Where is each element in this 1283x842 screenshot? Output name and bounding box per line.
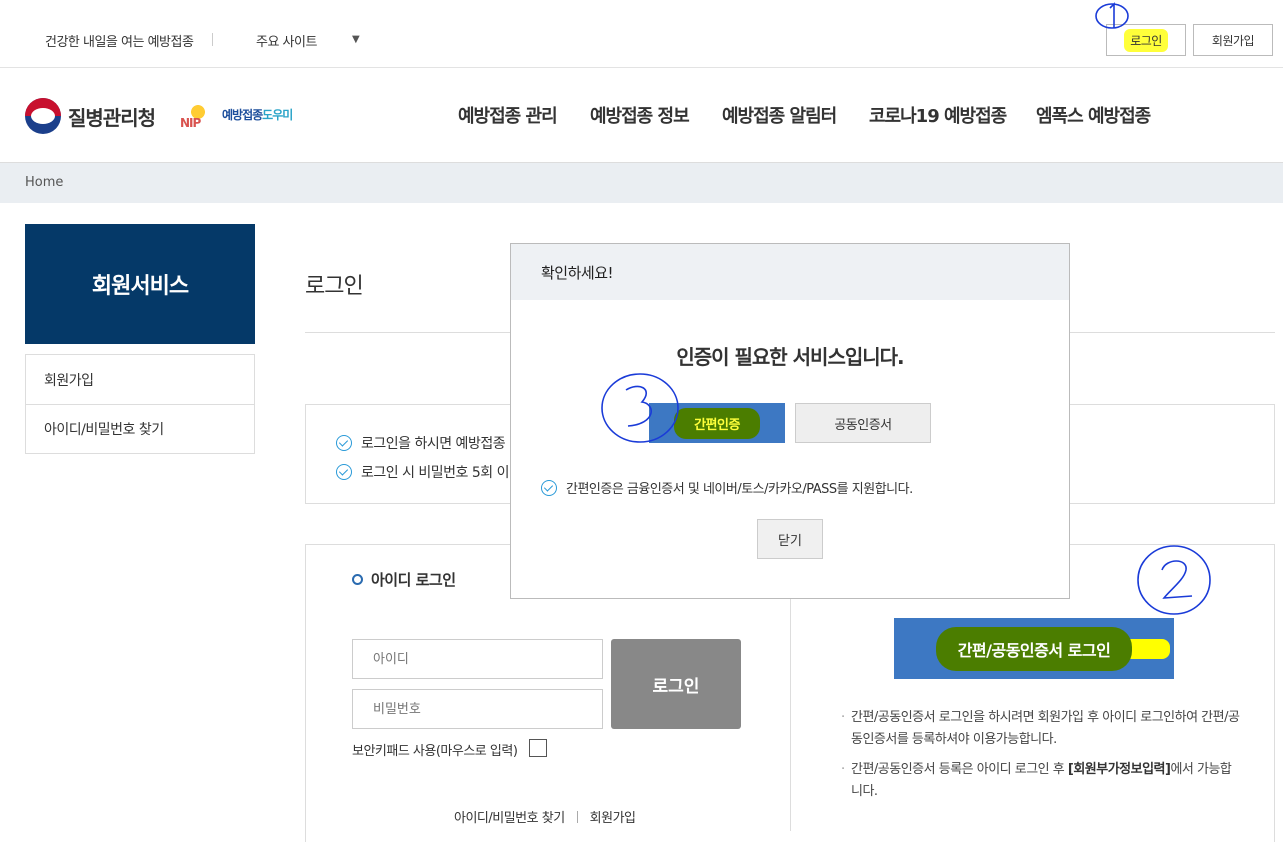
site-header: 질병관리청 NIP 예방접종도우미 예방접종 관리 예방접종 정보 예방접종 알… — [0, 68, 1283, 163]
id-input[interactable] — [352, 639, 603, 679]
info-line: 로그인 시 비밀번호 5회 이 — [336, 462, 510, 482]
modal-note-text: 간편인증은 금융인증서 및 네이버/토스/카카오/PASS를 지원합니다. — [566, 482, 913, 497]
join-link[interactable]: 회원가입 — [590, 807, 636, 826]
modal-close-button[interactable]: 닫기 — [757, 519, 823, 559]
check-circle-icon — [336, 464, 352, 480]
sidebar-item-join[interactable]: 회원가입 — [26, 355, 254, 404]
breadcrumb-home[interactable]: Home — [25, 175, 63, 190]
nav-mpox-vaccination[interactable]: 엠폭스 예방접종 — [1036, 102, 1151, 128]
cert-note: 간편/공동인증서 등록은 아이디 로그인 후 [회원부가정보입력]에서 가능합니… — [841, 759, 1241, 803]
cert-note: 간편/공동인증서 로그인을 하시려면 회원가입 후 아이디 로그인하여 간편/공… — [841, 707, 1241, 751]
chevron-down-icon[interactable]: ▼ — [352, 34, 360, 45]
agency-name[interactable]: 질병관리청 — [68, 102, 156, 131]
top-login-label: 로그인 — [1124, 28, 1168, 52]
modal-title: 확인하세요! — [511, 244, 1069, 300]
sidebar-item-find-id-pw[interactable]: 아이디/비밀번호 찾기 — [26, 404, 254, 453]
nip-name-a: 예방접종 — [222, 108, 263, 122]
nav-vaccination-notice[interactable]: 예방접종 알림터 — [722, 102, 837, 128]
nip-badge: NIP — [180, 116, 201, 130]
login-bottom-links: 아이디/비밀번호 찾기 회원가입 — [454, 807, 636, 826]
find-id-pw-link[interactable]: 아이디/비밀번호 찾기 — [454, 807, 565, 826]
top-divider — [212, 33, 213, 46]
id-login-title: 아이디 로그인 — [352, 569, 456, 590]
secure-keypad-checkbox[interactable] — [529, 739, 547, 757]
sidebar-title: 회원서비스 — [25, 224, 255, 344]
page-title: 로그인 — [305, 274, 364, 299]
auth-required-modal: 확인하세요! 인증이 필요한 서비스입니다. 간편인증 공동인증서 간편인증은 … — [510, 243, 1070, 599]
id-login-button[interactable]: 로그인 — [611, 639, 741, 729]
breadcrumb: Home — [0, 163, 1283, 203]
check-circle-icon — [336, 435, 352, 451]
info-text: 로그인 시 비밀번호 5회 이 — [361, 465, 510, 481]
id-login-title-text: 아이디 로그인 — [371, 571, 456, 589]
modal-note: 간편인증은 금융인증서 및 네이버/토스/카카오/PASS를 지원합니다. — [541, 478, 913, 497]
kdca-logo-icon[interactable] — [25, 98, 61, 134]
info-line: 로그인을 하시면 예방접종 — [336, 433, 506, 453]
password-input[interactable] — [352, 689, 603, 729]
check-circle-icon — [541, 479, 557, 496]
cert-login-label: 간편/공동인증서 로그인 — [935, 626, 1133, 671]
top-join-button[interactable]: 회원가입 — [1193, 24, 1273, 56]
simple-auth-button[interactable]: 간편인증 — [649, 403, 785, 443]
modal-message: 인증이 필요한 서비스입니다. — [676, 345, 904, 369]
info-text: 로그인을 하시면 예방접종 — [361, 436, 506, 452]
top-slogan: 건강한 내일을 여는 예방접종 — [45, 35, 194, 50]
nip-logo-icon[interactable]: NIP — [178, 98, 218, 134]
main-sites-dropdown[interactable]: 주요 사이트 — [256, 31, 317, 50]
top-login-button[interactable]: 로그인 — [1106, 24, 1186, 56]
nav-vaccination-info[interactable]: 예방접종 정보 — [590, 102, 690, 128]
top-utility-bar: 건강한 내일을 여는 예방접종 주요 사이트 ▼ 로그인 회원가입 — [0, 0, 1283, 68]
cert-note-emphasis: [회원부가정보입력] — [1067, 762, 1171, 777]
secure-keypad-label: 보안키패드 사용(마우스로 입력) — [352, 744, 518, 759]
simple-auth-label: 간편인증 — [674, 407, 760, 439]
link-separator — [576, 810, 578, 823]
cert-note-text: 간편/공동인증서 등록은 아이디 로그인 후 — [851, 762, 1068, 777]
public-cert-button[interactable]: 공동인증서 — [795, 403, 931, 443]
cert-login-button[interactable]: 간편/공동인증서 로그인 — [894, 618, 1174, 679]
nav-vaccination-management[interactable]: 예방접종 관리 — [458, 102, 558, 128]
nip-site-name[interactable]: 예방접종도우미 — [222, 106, 293, 123]
circle-bullet-icon — [352, 574, 363, 585]
nip-name-b: 도우미 — [262, 108, 293, 122]
nav-covid19-vaccination[interactable]: 코로나19 예방접종 — [869, 102, 1007, 128]
sidebar-menu: 회원가입 아이디/비밀번호 찾기 — [25, 354, 255, 454]
